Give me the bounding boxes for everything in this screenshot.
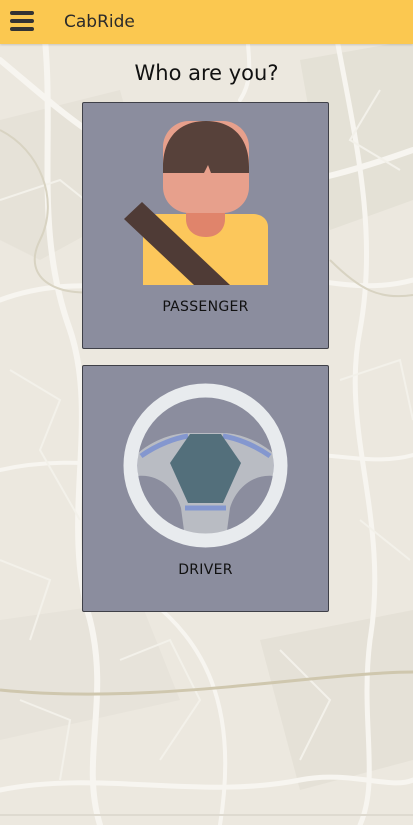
driver-label: DRIVER [178,562,233,578]
passenger-label: PASSENGER [162,299,249,315]
steering-wheel-icon [123,383,288,548]
page-heading: Who are you? [134,61,279,85]
app-title: CabRide [64,12,135,32]
hamburger-menu-icon[interactable] [10,11,36,33]
app-bar: CabRide [0,0,413,44]
driver-card[interactable]: DRIVER [82,365,329,612]
passenger-card[interactable]: PASSENGER [82,102,329,349]
passenger-icon [124,121,268,285]
